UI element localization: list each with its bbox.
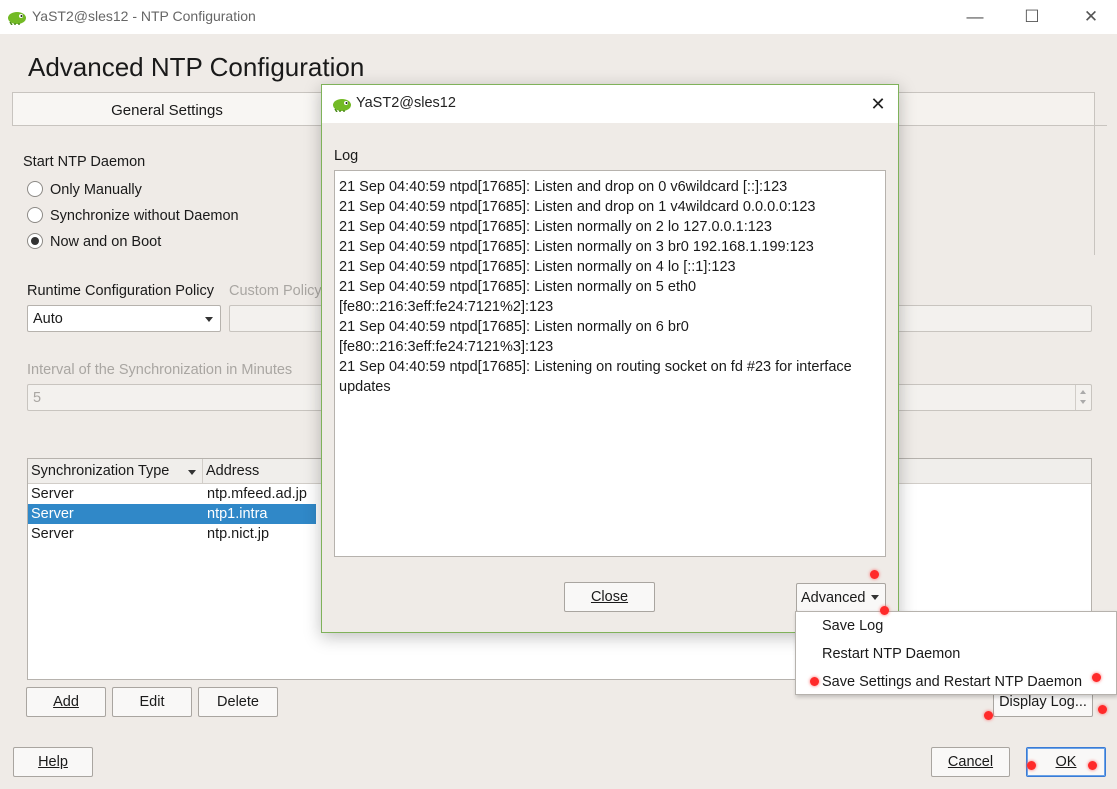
close-icon: ✕ <box>1083 7 1099 26</box>
table-row[interactable]: Server ntp.mfeed.ad.jp <box>28 484 316 504</box>
tab-general-settings[interactable]: General Settings <box>12 92 322 126</box>
column-header-sync-type[interactable]: Synchronization Type <box>28 459 203 484</box>
marker-dot <box>1098 705 1107 714</box>
chevron-up-icon <box>1080 390 1086 394</box>
marker-dot <box>984 711 993 720</box>
delete-button[interactable]: Delete <box>198 687 278 717</box>
radio-sync-without-daemon-label[interactable]: Synchronize without Daemon <box>50 208 239 224</box>
marker-dot <box>1027 761 1036 770</box>
add-button[interactable]: Add <box>26 687 106 717</box>
window-title: YaST2@sles12 - NTP Configuration <box>32 8 256 24</box>
yast-chameleon-icon <box>333 99 351 112</box>
table-cell-type: Server <box>31 526 74 542</box>
table-row-selected[interactable]: Server ntp1.intra <box>28 504 316 524</box>
minimize-button[interactable]: — <box>951 0 999 34</box>
dialog-title: YaST2@sles12 <box>356 95 456 111</box>
maximize-button[interactable]: ☐ <box>1008 0 1056 34</box>
radio-now-and-on-boot[interactable] <box>27 233 43 249</box>
chevron-down-icon <box>871 595 879 600</box>
table-row[interactable]: Server ntp.nict.jp <box>28 524 316 544</box>
help-button[interactable]: Help <box>13 747 93 777</box>
menu-item-save-log[interactable]: Save Log <box>796 612 1116 640</box>
tab-other[interactable] <box>897 92 1095 126</box>
menu-item-restart-daemon[interactable]: Restart NTP Daemon <box>796 640 1116 668</box>
marker-dot <box>880 606 889 615</box>
close-icon: ✕ <box>870 93 886 114</box>
interval-value: 5 <box>33 390 42 406</box>
log-textarea[interactable]: 21 Sep 04:40:59 ntpd[17685]: Listen and … <box>334 170 886 557</box>
dialog-close-button[interactable]: ✕ <box>864 91 892 117</box>
dialog-titlebar: YaST2@sles12 ✕ <box>322 85 898 123</box>
marker-dot <box>1088 761 1097 770</box>
log-line: 21 Sep 04:40:59 ntpd[17685]: Listen norm… <box>339 259 736 275</box>
edit-button[interactable]: Edit <box>112 687 192 717</box>
log-line: 21 Sep 04:40:59 ntpd[17685]: Listening o… <box>339 359 852 375</box>
log-dialog: YaST2@sles12 ✕ Log 21 Sep 04:40:59 ntpd[… <box>321 84 899 633</box>
table-cell-address: ntp.nict.jp <box>207 526 270 542</box>
log-line: updates <box>339 379 391 395</box>
table-cell-type: Server <box>31 506 74 522</box>
yast-chameleon-icon <box>8 12 26 25</box>
log-line: 21 Sep 04:40:59 ntpd[17685]: Listen norm… <box>339 239 814 255</box>
runtime-policy-value: Auto <box>33 311 63 327</box>
page-title: Advanced NTP Configuration <box>28 52 365 82</box>
marker-dot <box>810 677 819 686</box>
advanced-menu-button[interactable]: Advanced <box>796 583 886 612</box>
log-line: [fe80::216:3eff:fe24:7121%3]:123 <box>339 339 554 355</box>
radio-only-manually[interactable] <box>27 181 43 197</box>
window-close-button[interactable]: ✕ <box>1067 0 1115 34</box>
radio-now-and-on-boot-label[interactable]: Now and on Boot <box>50 234 161 250</box>
chevron-down-icon <box>1080 400 1086 404</box>
log-line: [fe80::216:3eff:fe24:7121%2]:123 <box>339 299 554 315</box>
custom-policy-label: Custom Policy <box>229 283 322 299</box>
start-daemon-label: Start NTP Daemon <box>23 154 146 170</box>
cancel-button[interactable]: Cancel <box>931 747 1010 777</box>
radio-only-manually-label[interactable]: Only Manually <box>50 182 142 198</box>
interval-stepper[interactable] <box>1075 385 1091 410</box>
log-label: Log <box>334 148 359 164</box>
tab-frame-right <box>1094 125 1095 255</box>
menu-item-save-and-restart[interactable]: Save Settings and Restart NTP Daemon <box>796 668 1116 696</box>
minimize-icon: — <box>966 7 984 26</box>
log-line: 21 Sep 04:40:59 ntpd[17685]: Listen norm… <box>339 319 689 335</box>
table-cell-type: Server <box>31 486 74 502</box>
dialog-close-text-button[interactable]: Close <box>564 582 655 612</box>
runtime-policy-select[interactable]: Auto <box>27 305 221 332</box>
log-line: 21 Sep 04:40:59 ntpd[17685]: Listen norm… <box>339 279 697 295</box>
sort-arrow-icon <box>188 470 196 475</box>
marker-dot <box>870 570 879 579</box>
radio-sync-without-daemon[interactable] <box>27 207 43 223</box>
runtime-policy-label: Runtime Configuration Policy <box>27 283 214 299</box>
chevron-down-icon <box>205 317 213 322</box>
advanced-menu: Save Log Restart NTP Daemon Save Setting… <box>795 611 1117 695</box>
maximize-icon: ☐ <box>1024 7 1040 26</box>
log-line: 21 Sep 04:40:59 ntpd[17685]: Listen and … <box>339 179 788 195</box>
table-cell-address: ntp.mfeed.ad.jp <box>207 486 307 502</box>
log-line: 21 Sep 04:40:59 ntpd[17685]: Listen and … <box>339 199 816 215</box>
table-cell-address: ntp1.intra <box>207 506 268 522</box>
marker-dot <box>1092 673 1101 682</box>
log-line: 21 Sep 04:40:59 ntpd[17685]: Listen norm… <box>339 219 772 235</box>
tab-general-settings-label: General Settings <box>111 102 223 119</box>
window-titlebar: YaST2@sles12 - NTP Configuration — ☐ ✕ <box>0 0 1117 34</box>
interval-label: Interval of the Synchronization in Minut… <box>27 362 293 378</box>
